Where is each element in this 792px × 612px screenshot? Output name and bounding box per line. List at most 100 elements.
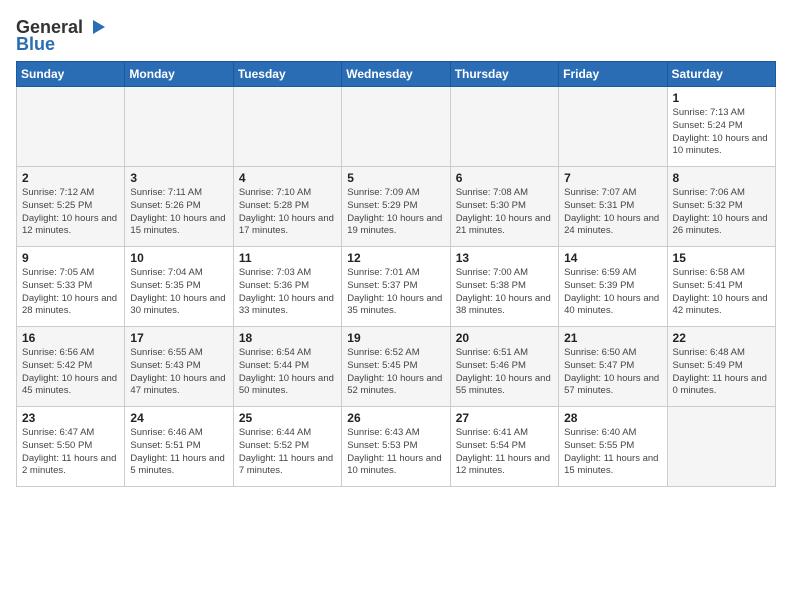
day-number: 14: [564, 251, 661, 265]
day-number: 21: [564, 331, 661, 345]
day-number: 8: [673, 171, 770, 185]
day-info: Sunrise: 7:07 AM Sunset: 5:31 PM Dayligh…: [564, 187, 661, 238]
calendar-cell: 20 Sunrise: 6:51 AM Sunset: 5:46 PM Dayli…: [450, 327, 558, 407]
calendar-cell: 21 Sunrise: 6:50 AM Sunset: 5:47 PM Dayli…: [559, 327, 667, 407]
calendar-cell: [17, 87, 125, 167]
day-number: 6: [456, 171, 553, 185]
calendar-cell: 2Sunrise: 7:12 AM Sunset: 5:25 PM Daylig…: [17, 167, 125, 247]
day-info: Sunrise: 7:12 AM Sunset: 5:25 PM Dayligh…: [22, 187, 119, 238]
calendar-cell: 25 Sunrise: 6:44 AM Sunset: 5:52 PM Dayli…: [233, 407, 341, 487]
calendar-cell: 23 Sunrise: 6:47 AM Sunset: 5:50 PM Dayli…: [17, 407, 125, 487]
calendar-cell: 6 Sunrise: 7:08 AM Sunset: 5:30 PM Daylig…: [450, 167, 558, 247]
day-number: 20: [456, 331, 553, 345]
calendar-cell: 8 Sunrise: 7:06 AM Sunset: 5:32 PM Daylig…: [667, 167, 775, 247]
day-info: Sunrise: 7:13 AM Sunset: 5:24 PM Dayligh…: [673, 107, 770, 158]
day-number: 11: [239, 251, 336, 265]
weekday-header-monday: Monday: [125, 62, 233, 87]
day-info: Sunrise: 7:00 AM Sunset: 5:38 PM Dayligh…: [456, 267, 553, 318]
day-number: 13: [456, 251, 553, 265]
calendar-cell: 18Sunrise: 6:54 AM Sunset: 5:44 PM Dayli…: [233, 327, 341, 407]
weekday-header-sunday: Sunday: [17, 62, 125, 87]
day-info: Sunrise: 6:47 AM Sunset: 5:50 PM Dayligh…: [22, 427, 119, 478]
day-info: Sunrise: 7:03 AM Sunset: 5:36 PM Dayligh…: [239, 267, 336, 318]
calendar-cell: 13 Sunrise: 7:00 AM Sunset: 5:38 PM Dayli…: [450, 247, 558, 327]
calendar-cell: 26 Sunrise: 6:43 AM Sunset: 5:53 PM Dayli…: [342, 407, 450, 487]
day-info: Sunrise: 7:11 AM Sunset: 5:26 PM Dayligh…: [130, 187, 227, 238]
day-number: 3: [130, 171, 227, 185]
weekday-header-tuesday: Tuesday: [233, 62, 341, 87]
day-info: Sunrise: 6:58 AM Sunset: 5:41 PM Dayligh…: [673, 267, 770, 318]
calendar-cell: 27 Sunrise: 6:41 AM Sunset: 5:54 PM Dayli…: [450, 407, 558, 487]
weekday-header-thursday: Thursday: [450, 62, 558, 87]
day-info: Sunrise: 6:56 AM Sunset: 5:42 PM Dayligh…: [22, 347, 119, 398]
day-info: Sunrise: 6:48 AM Sunset: 5:49 PM Dayligh…: [673, 347, 770, 398]
day-number: 5: [347, 171, 444, 185]
week-row-1: 1 Sunrise: 7:13 AM Sunset: 5:24 PM Daylig…: [17, 87, 776, 167]
day-info: Sunrise: 6:50 AM Sunset: 5:47 PM Dayligh…: [564, 347, 661, 398]
weekday-header-friday: Friday: [559, 62, 667, 87]
weekday-header-row: SundayMondayTuesdayWednesdayThursdayFrid…: [17, 62, 776, 87]
day-info: Sunrise: 6:43 AM Sunset: 5:53 PM Dayligh…: [347, 427, 444, 478]
day-info: Sunrise: 7:10 AM Sunset: 5:28 PM Dayligh…: [239, 187, 336, 238]
calendar-cell: [233, 87, 341, 167]
calendar-cell: [559, 87, 667, 167]
day-info: Sunrise: 6:52 AM Sunset: 5:45 PM Dayligh…: [347, 347, 444, 398]
day-number: 24: [130, 411, 227, 425]
logo-icon: [85, 16, 107, 38]
day-info: Sunrise: 6:44 AM Sunset: 5:52 PM Dayligh…: [239, 427, 336, 478]
day-info: Sunrise: 6:40 AM Sunset: 5:55 PM Dayligh…: [564, 427, 661, 478]
header: General Blue: [16, 16, 776, 55]
day-number: 27: [456, 411, 553, 425]
calendar-cell: 12Sunrise: 7:01 AM Sunset: 5:37 PM Dayli…: [342, 247, 450, 327]
logo-blue-text: Blue: [16, 34, 55, 55]
calendar-cell: 10 Sunrise: 7:04 AM Sunset: 5:35 PM Dayli…: [125, 247, 233, 327]
day-info: Sunrise: 7:05 AM Sunset: 5:33 PM Dayligh…: [22, 267, 119, 318]
calendar-cell: [450, 87, 558, 167]
day-info: Sunrise: 6:41 AM Sunset: 5:54 PM Dayligh…: [456, 427, 553, 478]
week-row-4: 16 Sunrise: 6:56 AM Sunset: 5:42 PM Dayli…: [17, 327, 776, 407]
day-number: 25: [239, 411, 336, 425]
calendar-cell: 9 Sunrise: 7:05 AM Sunset: 5:33 PM Daylig…: [17, 247, 125, 327]
day-number: 28: [564, 411, 661, 425]
day-info: Sunrise: 7:04 AM Sunset: 5:35 PM Dayligh…: [130, 267, 227, 318]
calendar-cell: 24 Sunrise: 6:46 AM Sunset: 5:51 PM Dayli…: [125, 407, 233, 487]
calendar-cell: 15 Sunrise: 6:58 AM Sunset: 5:41 PM Dayli…: [667, 247, 775, 327]
day-number: 4: [239, 171, 336, 185]
day-info: Sunrise: 7:09 AM Sunset: 5:29 PM Dayligh…: [347, 187, 444, 238]
day-number: 10: [130, 251, 227, 265]
calendar-cell: 11 Sunrise: 7:03 AM Sunset: 5:36 PM Dayli…: [233, 247, 341, 327]
day-number: 18: [239, 331, 336, 345]
calendar-cell: 3 Sunrise: 7:11 AM Sunset: 5:26 PM Daylig…: [125, 167, 233, 247]
week-row-2: 2Sunrise: 7:12 AM Sunset: 5:25 PM Daylig…: [17, 167, 776, 247]
day-info: Sunrise: 6:55 AM Sunset: 5:43 PM Dayligh…: [130, 347, 227, 398]
day-info: Sunrise: 6:51 AM Sunset: 5:46 PM Dayligh…: [456, 347, 553, 398]
day-number: 9: [22, 251, 119, 265]
day-info: Sunrise: 7:08 AM Sunset: 5:30 PM Dayligh…: [456, 187, 553, 238]
day-number: 15: [673, 251, 770, 265]
day-info: Sunrise: 7:06 AM Sunset: 5:32 PM Dayligh…: [673, 187, 770, 238]
calendar-cell: 7 Sunrise: 7:07 AM Sunset: 5:31 PM Daylig…: [559, 167, 667, 247]
day-info: Sunrise: 6:59 AM Sunset: 5:39 PM Dayligh…: [564, 267, 661, 318]
day-info: Sunrise: 6:46 AM Sunset: 5:51 PM Dayligh…: [130, 427, 227, 478]
calendar-cell: 16 Sunrise: 6:56 AM Sunset: 5:42 PM Dayli…: [17, 327, 125, 407]
calendar-cell: 4 Sunrise: 7:10 AM Sunset: 5:28 PM Daylig…: [233, 167, 341, 247]
calendar-cell: [342, 87, 450, 167]
calendar-cell: 17 Sunrise: 6:55 AM Sunset: 5:43 PM Dayli…: [125, 327, 233, 407]
weekday-header-wednesday: Wednesday: [342, 62, 450, 87]
week-row-5: 23 Sunrise: 6:47 AM Sunset: 5:50 PM Dayli…: [17, 407, 776, 487]
day-number: 19: [347, 331, 444, 345]
day-number: 7: [564, 171, 661, 185]
day-number: 26: [347, 411, 444, 425]
weekday-header-saturday: Saturday: [667, 62, 775, 87]
day-number: 23: [22, 411, 119, 425]
calendar-cell: 19 Sunrise: 6:52 AM Sunset: 5:45 PM Dayli…: [342, 327, 450, 407]
calendar-table: SundayMondayTuesdayWednesdayThursdayFrid…: [16, 61, 776, 487]
calendar-cell: 5 Sunrise: 7:09 AM Sunset: 5:29 PM Daylig…: [342, 167, 450, 247]
calendar-cell: [667, 407, 775, 487]
day-number: 1: [673, 91, 770, 105]
day-number: 22: [673, 331, 770, 345]
calendar-cell: 14 Sunrise: 6:59 AM Sunset: 5:39 PM Dayli…: [559, 247, 667, 327]
calendar-cell: 1 Sunrise: 7:13 AM Sunset: 5:24 PM Daylig…: [667, 87, 775, 167]
day-number: 16: [22, 331, 119, 345]
day-number: 17: [130, 331, 227, 345]
